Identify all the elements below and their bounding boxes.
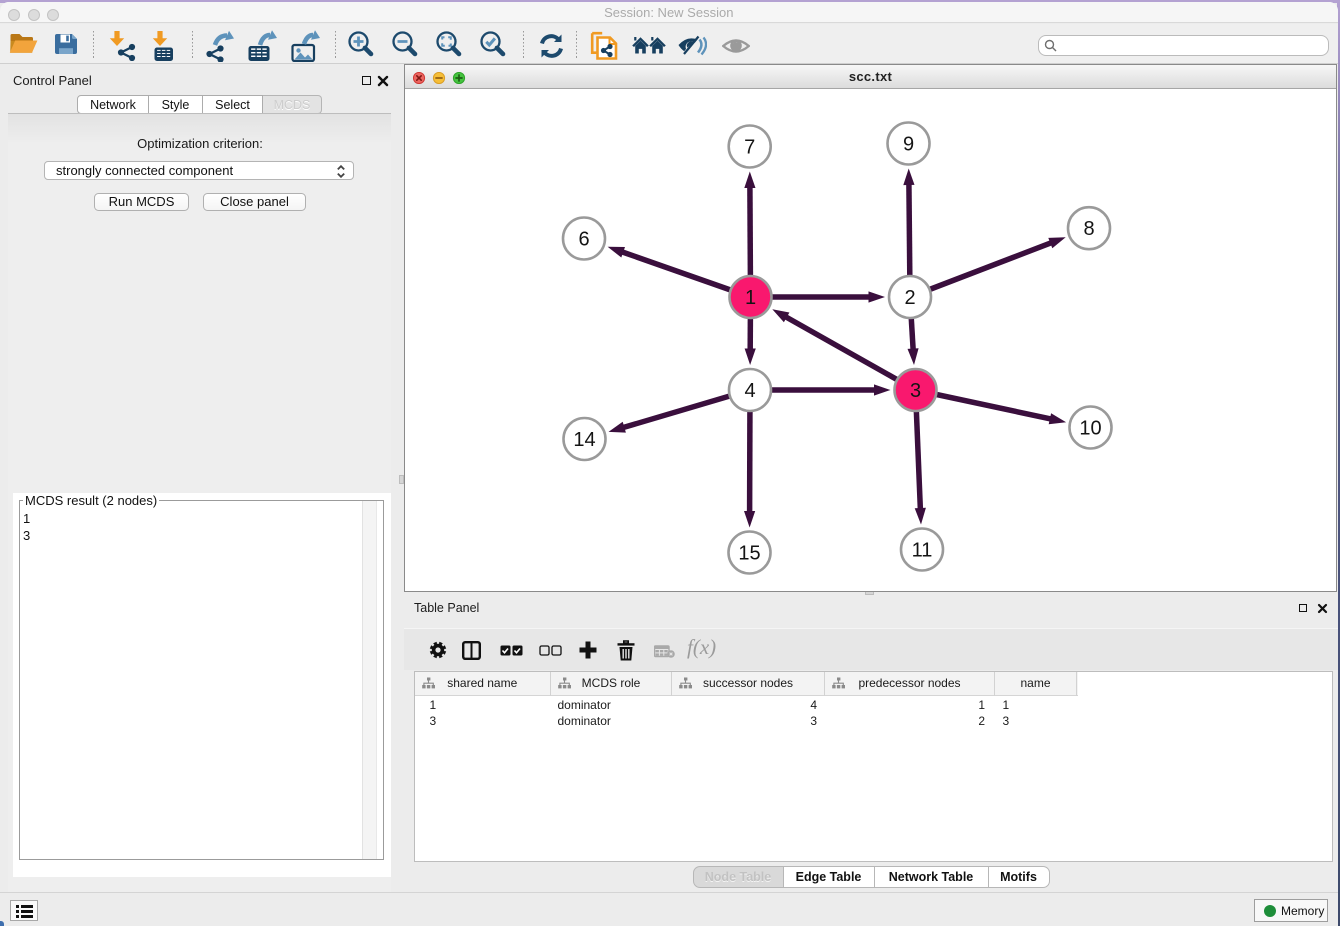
svg-text:8: 8 — [1083, 218, 1094, 240]
svg-text:6: 6 — [578, 229, 589, 251]
svg-text:10: 10 — [1079, 418, 1101, 440]
svg-text:14: 14 — [573, 429, 595, 451]
svg-text:1: 1 — [745, 287, 756, 309]
svg-text:9: 9 — [903, 134, 914, 156]
svg-text:11: 11 — [912, 540, 933, 562]
svg-text:3: 3 — [910, 380, 921, 402]
svg-text:15: 15 — [738, 543, 760, 565]
svg-text:2: 2 — [904, 287, 915, 309]
svg-text:7: 7 — [744, 137, 755, 159]
svg-text:4: 4 — [744, 380, 755, 402]
